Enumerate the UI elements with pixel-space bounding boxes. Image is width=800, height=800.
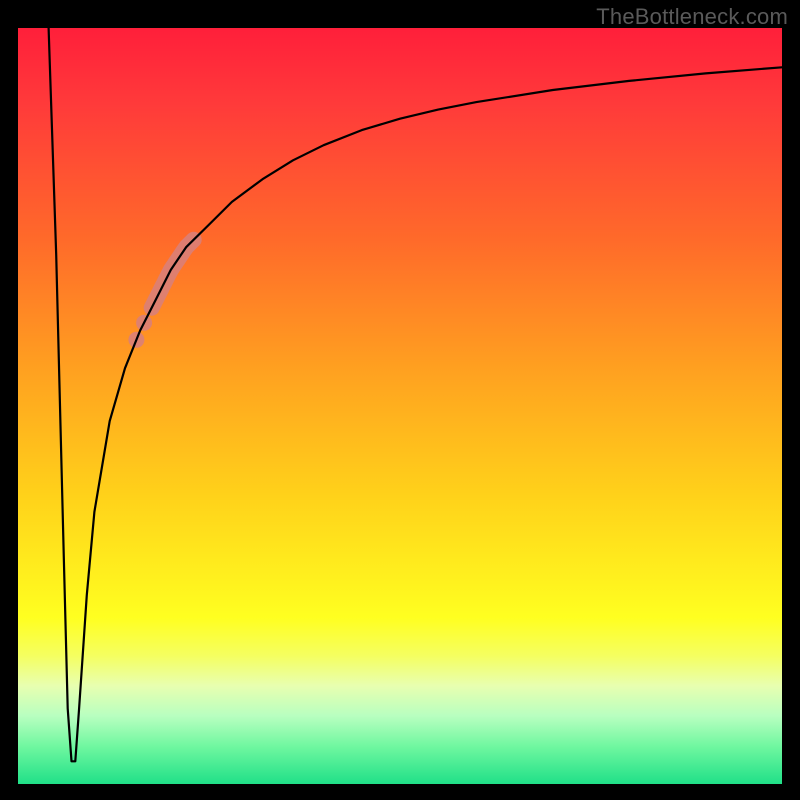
bottleneck-curve-path	[49, 28, 782, 761]
watermark-text: TheBottleneck.com	[596, 4, 788, 30]
highlight-markers	[128, 240, 193, 348]
chart-area	[18, 28, 782, 784]
chart-svg	[18, 28, 782, 784]
